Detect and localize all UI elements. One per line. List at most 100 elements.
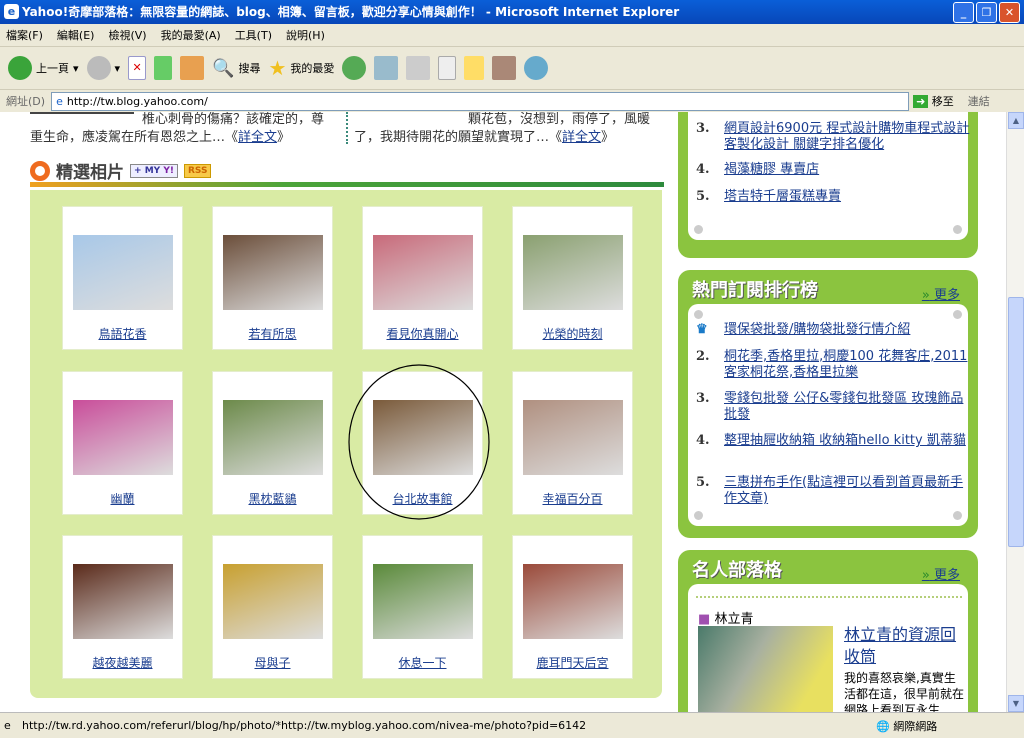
read-more-link[interactable]: 詳全文 <box>238 130 277 145</box>
close-button[interactable]: ✕ <box>999 2 1020 23</box>
celebrity-photo[interactable] <box>698 626 833 712</box>
photo-card[interactable]: 光榮的時刻 <box>512 206 633 350</box>
photo-card[interactable]: 幸福百分百 <box>512 371 633 515</box>
ranking-item: 4. 褐藻糖膠 專賣店 <box>696 162 974 178</box>
ranking-link[interactable]: 塔吉特千層蛋糕專賣 <box>724 189 841 204</box>
my-yahoo-badge[interactable]: + MY Y! <box>130 163 178 178</box>
snippet-divider <box>346 112 348 144</box>
ranking-item: ♛ 環保袋批發/購物袋批發行情介紹 <box>696 322 974 338</box>
photo-card[interactable]: 鹿耳門天后宮 <box>512 535 633 679</box>
go-button[interactable]: ➜ 移至 <box>913 93 954 109</box>
celebrity-name: 林立青 <box>714 612 754 627</box>
photo-caption-link[interactable]: 母與子 <box>213 654 332 671</box>
photo-caption-link[interactable]: 幸福百分百 <box>513 490 632 507</box>
photo-thumbnail[interactable] <box>73 564 173 639</box>
photo-thumbnail[interactable] <box>373 564 473 639</box>
ie-icon: e <box>4 4 19 19</box>
photo-card[interactable]: 幽蘭 <box>62 371 183 515</box>
menu-tools[interactable]: 工具(T) <box>235 27 272 43</box>
ranking-link[interactable]: 網頁設計6900元 程式設計購物車程式設計 客製化設計 關鍵字排名優化 <box>724 121 969 152</box>
photo-thumbnail[interactable] <box>523 564 623 639</box>
menu-favorites[interactable]: 我的最愛(A) <box>161 27 221 43</box>
minimize-button[interactable]: _ <box>953 2 974 23</box>
forward-arrow-icon <box>86 56 111 80</box>
photo-card[interactable]: 看見你真開心 <box>362 206 483 350</box>
edit-icon[interactable] <box>438 56 457 80</box>
photo-thumbnail[interactable] <box>73 235 173 310</box>
photo-thumbnail[interactable] <box>223 400 323 475</box>
more-label: 更多 <box>933 568 960 583</box>
ranking-link[interactable]: 褐藻糖膠 專賣店 <box>724 162 819 177</box>
stop-icon[interactable]: ✕ <box>128 56 147 80</box>
photo-thumbnail[interactable] <box>223 564 323 639</box>
address-bar: 網址(D) e http://tw.blog.yahoo.com/ ➜ 移至 連… <box>0 90 1024 112</box>
photo-card[interactable]: 越夜越美麗 <box>62 535 183 679</box>
history-icon[interactable] <box>342 56 367 80</box>
ranking-link[interactable]: 零錢包批發 公仔&零錢包批發區 玫瑰飾品批發 <box>724 391 963 422</box>
home-icon[interactable] <box>180 56 205 80</box>
ranking-link[interactable]: 整理抽屜收納箱 收納箱hello kitty 凱蒂貓 <box>724 433 966 448</box>
scroll-thumb[interactable] <box>1008 297 1024 547</box>
ranking-link[interactable]: 環保袋批發/購物袋批發行情介紹 <box>724 322 910 337</box>
celebrity-blog-link[interactable]: 林立青的資源回收筒 <box>844 624 964 668</box>
photo-caption-link[interactable]: 幽蘭 <box>63 490 182 507</box>
photos-section-header: 精選相片 + MY Y! RSS <box>30 158 212 183</box>
snippet-text: 重生命，應凌駕在所有恩怨之上…《 <box>30 130 239 145</box>
photo-thumbnail[interactable] <box>373 235 473 310</box>
read-more-link[interactable]: 詳全文 <box>562 130 601 145</box>
mail-icon[interactable] <box>374 56 399 80</box>
research-icon[interactable] <box>492 56 517 80</box>
star-icon: ★ <box>268 56 287 80</box>
menu-view[interactable]: 檢視(V) <box>108 27 146 43</box>
ranking-link[interactable]: 三惠拼布手作(點這裡可以看到首頁最新手作文章) <box>724 475 963 506</box>
rank-number: 3. <box>696 121 710 136</box>
top-ranking-box: 墨水碳粉轉寫帶3.網頁設計6900元 程式設計購物車程式設計 客製化設計 關鍵字… <box>678 112 978 258</box>
address-label: 網址(D) <box>6 95 46 108</box>
photo-caption-link[interactable]: 光榮的時刻 <box>513 325 632 342</box>
menu-edit[interactable]: 編輯(E) <box>57 27 95 43</box>
corner-dot <box>953 310 962 319</box>
photo-card[interactable]: 若有所思 <box>212 206 333 350</box>
rss-badge[interactable]: RSS <box>183 163 212 178</box>
photo-thumbnail[interactable] <box>223 235 323 310</box>
dotted-divider <box>696 596 962 598</box>
photo-caption-link[interactable]: 鳥語花香 <box>63 325 182 342</box>
maximize-button[interactable]: ❐ <box>976 2 997 23</box>
favorites-button[interactable]: ★ 我的最愛 <box>268 56 334 80</box>
menu-help[interactable]: 說明(H) <box>286 27 325 43</box>
print-icon[interactable] <box>406 56 431 80</box>
vertical-scrollbar[interactable]: ▲ ▼ <box>1006 112 1024 712</box>
photo-caption-link[interactable]: 黑枕藍鶲 <box>213 490 332 507</box>
snippet-right-bottom: 了，我期待開花的願望就實現了…《詳全文》 <box>354 126 614 145</box>
photo-caption-link[interactable]: 休息一下 <box>363 654 482 671</box>
refresh-icon[interactable] <box>154 56 173 80</box>
crown-icon: ♛ <box>696 322 708 337</box>
forward-button[interactable]: ▾ <box>86 56 120 80</box>
ranking-link[interactable]: 桐花季,香格里拉,桐慶100 花舞客庄,2011客家桐花祭,香格里拉樂 <box>724 349 967 380</box>
back-button[interactable]: 上一頁 ▾ <box>8 56 79 80</box>
menu-file[interactable]: 檔案(F) <box>6 27 43 43</box>
address-input[interactable]: e http://tw.blog.yahoo.com/ <box>51 91 910 111</box>
globe-icon: 🌐 <box>876 720 890 733</box>
window-title: Yahoo!奇摩部落格：無限容量的網誌、blog、相簿、留言板，歡迎分享心情與創… <box>22 5 680 19</box>
search-button[interactable]: 🔍 搜尋 <box>212 58 260 79</box>
photo-caption-link[interactable]: 鹿耳門天后宮 <box>513 654 632 671</box>
celebrity-more-link[interactable]: » 更多 <box>922 564 960 583</box>
scroll-down-button[interactable]: ▼ <box>1008 695 1024 712</box>
photo-thumbnail[interactable] <box>523 400 623 475</box>
photo-card[interactable]: 母與子 <box>212 535 333 679</box>
photo-thumbnail[interactable] <box>523 235 623 310</box>
photo-card[interactable]: 鳥語花香 <box>62 206 183 350</box>
photo-thumbnail[interactable] <box>73 400 173 475</box>
messenger-icon[interactable] <box>524 56 549 80</box>
photo-caption-link[interactable]: 越夜越美麗 <box>63 654 182 671</box>
favorites-label: 我的最愛 <box>290 62 335 75</box>
subscribe-more-link[interactable]: » 更多 <box>922 284 960 303</box>
note-icon[interactable] <box>464 56 485 80</box>
photo-caption-link[interactable]: 看見你真開心 <box>363 325 482 342</box>
links-button[interactable]: 連結 <box>968 93 990 109</box>
photo-caption-link[interactable]: 若有所思 <box>213 325 332 342</box>
photo-card[interactable]: 黑枕藍鶲 <box>212 371 333 515</box>
scroll-up-button[interactable]: ▲ <box>1008 112 1024 129</box>
photo-card[interactable]: 休息一下 <box>362 535 483 679</box>
